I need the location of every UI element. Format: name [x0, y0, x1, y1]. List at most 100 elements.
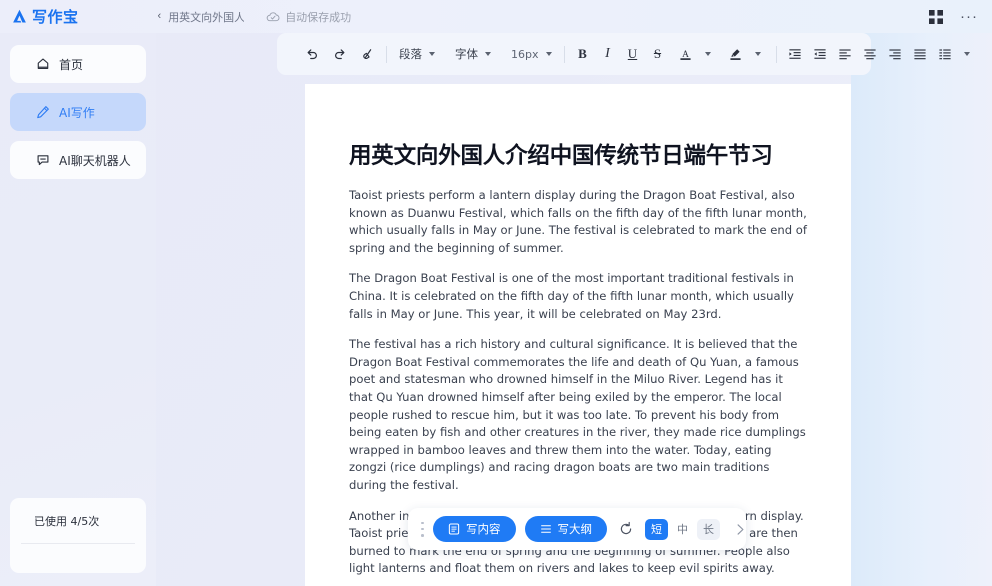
- redo-icon: [335, 49, 345, 60]
- save-status-label: 自动保存成功: [285, 10, 352, 24]
- sidebar-item-ai-chatbot-label: AI聊天机器人: [59, 153, 131, 168]
- grid-icon[interactable]: [929, 9, 943, 24]
- next-button[interactable]: [731, 519, 749, 539]
- write-outline-label: 写大纲: [557, 522, 593, 536]
- page-right-gradient: [851, 33, 992, 586]
- list-dropdown[interactable]: [956, 43, 978, 65]
- font-size-dropdown[interactable]: 16px: [506, 43, 557, 65]
- indent-increase-button[interactable]: [784, 43, 806, 65]
- length-option-short[interactable]: 短: [645, 518, 668, 540]
- undo-icon: [307, 49, 317, 60]
- document-paragraph[interactable]: The Dragon Boat Festival is one of the m…: [349, 270, 807, 323]
- sidebar-item-home[interactable]: 首页: [10, 45, 146, 83]
- italic-button[interactable]: I: [597, 43, 619, 65]
- length-option-medium[interactable]: 中: [671, 519, 694, 540]
- length-option-long[interactable]: 长: [697, 518, 720, 540]
- highlighter-icon: [730, 48, 741, 60]
- font-size-label: 16px: [511, 47, 539, 61]
- indent-decrease-button[interactable]: [809, 43, 831, 65]
- back-chevron-icon[interactable]: ‹: [158, 11, 162, 22]
- toolbar-divider: [563, 45, 565, 63]
- regenerate-button[interactable]: [616, 519, 636, 539]
- redo-button[interactable]: [329, 43, 351, 65]
- clear-format-button[interactable]: [357, 43, 379, 65]
- length-selector: 短 中 长: [645, 518, 720, 540]
- align-justify-icon: [913, 49, 926, 60]
- sidebar-item-home-label: 首页: [59, 57, 84, 72]
- logo-mark-icon: [13, 9, 26, 23]
- clear-format-icon: [363, 49, 372, 60]
- pencil-icon: [37, 106, 49, 119]
- document-icon: [448, 523, 460, 535]
- document-scroll-area[interactable]: 用英文向外国人介绍中国传统节日端午节习 Taoist priests perfo…: [156, 33, 992, 586]
- align-left-button[interactable]: [834, 43, 856, 65]
- write-content-button[interactable]: 写内容: [433, 516, 516, 542]
- chevron-down-icon: [545, 52, 552, 56]
- paragraph-style-dropdown[interactable]: 段落: [394, 43, 440, 65]
- document-paragraph[interactable]: Taoist priests perform a lantern display…: [349, 187, 807, 257]
- align-justify-button[interactable]: [909, 43, 931, 65]
- usage-card: 已使用 4/5次: [10, 498, 146, 573]
- indent-increase-icon: [788, 49, 801, 59]
- breadcrumb: ‹ 用英文向外国人:: [158, 9, 245, 25]
- format-toolbar: 段落 字体 16px B I U S A: [277, 33, 970, 75]
- usage-count-label: 已使用 4/5次: [34, 515, 100, 528]
- save-status: 自动保存成功: [266, 9, 351, 25]
- ai-floating-toolbar: 写内容 写大纲 短 中 长: [408, 508, 746, 550]
- toolbar-divider: [386, 45, 387, 63]
- underline-button[interactable]: U: [622, 43, 644, 65]
- chevron-down-icon: [754, 52, 761, 56]
- topbar-actions: ···: [929, 9, 978, 24]
- highlight-button[interactable]: [725, 43, 747, 65]
- refresh-icon: [620, 521, 632, 535]
- paragraph-style-label: 段落: [399, 47, 422, 61]
- text-color-button[interactable]: A: [675, 43, 697, 65]
- list-icon: [938, 49, 951, 60]
- sidebar-item-ai-writing[interactable]: AI写作: [10, 93, 146, 131]
- undo-button[interactable]: [301, 43, 323, 65]
- chat-bubble-icon: [37, 155, 49, 166]
- text-color-icon: A: [680, 49, 691, 60]
- indent-decrease-icon: [813, 49, 826, 59]
- app-root: 写作宝 ‹ 用英文向外国人: 自动保存成功 ··· 首页 AI写作 AI聊天机器…: [0, 0, 992, 586]
- font-family-dropdown[interactable]: 字体: [450, 43, 496, 65]
- write-content-label: 写内容: [466, 522, 501, 536]
- align-center-button[interactable]: [859, 43, 881, 65]
- bold-button[interactable]: B: [572, 43, 594, 65]
- highlight-dropdown[interactable]: [747, 43, 769, 65]
- align-right-button[interactable]: [884, 43, 906, 65]
- font-family-label: 字体: [455, 47, 478, 61]
- align-right-icon: [888, 49, 901, 60]
- write-outline-button[interactable]: 写大纲: [524, 516, 607, 542]
- chevron-down-icon: [963, 52, 970, 56]
- usage-divider: [21, 543, 135, 544]
- outline-icon: [540, 525, 551, 533]
- topbar: 写作宝 ‹ 用英文向外国人: 自动保存成功 ···: [0, 0, 992, 33]
- chevron-down-icon: [704, 52, 711, 56]
- breadcrumb-doc-title[interactable]: 用英文向外国人:: [168, 9, 244, 25]
- strikethrough-button[interactable]: S: [647, 43, 669, 65]
- align-left-icon: [838, 49, 851, 60]
- cloud-icon: [266, 12, 280, 22]
- toolbar-divider: [775, 45, 777, 63]
- align-center-icon: [863, 49, 876, 60]
- sidebar: 首页 AI写作 AI聊天机器人 已使用 4/5次: [0, 33, 156, 586]
- underline-icon: U: [627, 46, 638, 61]
- strikethrough-icon: S: [653, 46, 662, 61]
- text-color-dropdown[interactable]: [697, 43, 719, 65]
- chevron-down-icon: [485, 52, 491, 56]
- logo-text: 写作宝: [32, 8, 79, 26]
- chevron-right-icon: [737, 523, 743, 535]
- more-options-icon[interactable]: ···: [960, 9, 978, 24]
- app-logo[interactable]: 写作宝: [11, 6, 79, 27]
- chevron-down-icon: [429, 52, 435, 56]
- sidebar-item-ai-chatbot[interactable]: AI聊天机器人: [10, 141, 146, 179]
- bold-icon: B: [578, 46, 587, 61]
- sidebar-item-ai-writing-label: AI写作: [59, 105, 95, 120]
- drag-dots-icon[interactable]: [421, 521, 424, 537]
- document-title[interactable]: 用英文向外国人介绍中国传统节日端午节习: [349, 138, 807, 170]
- document-paragraph[interactable]: The festival has a rich history and cult…: [349, 336, 807, 494]
- italic-icon: I: [605, 46, 610, 61]
- home-icon: [37, 58, 49, 69]
- list-button[interactable]: [934, 43, 956, 65]
